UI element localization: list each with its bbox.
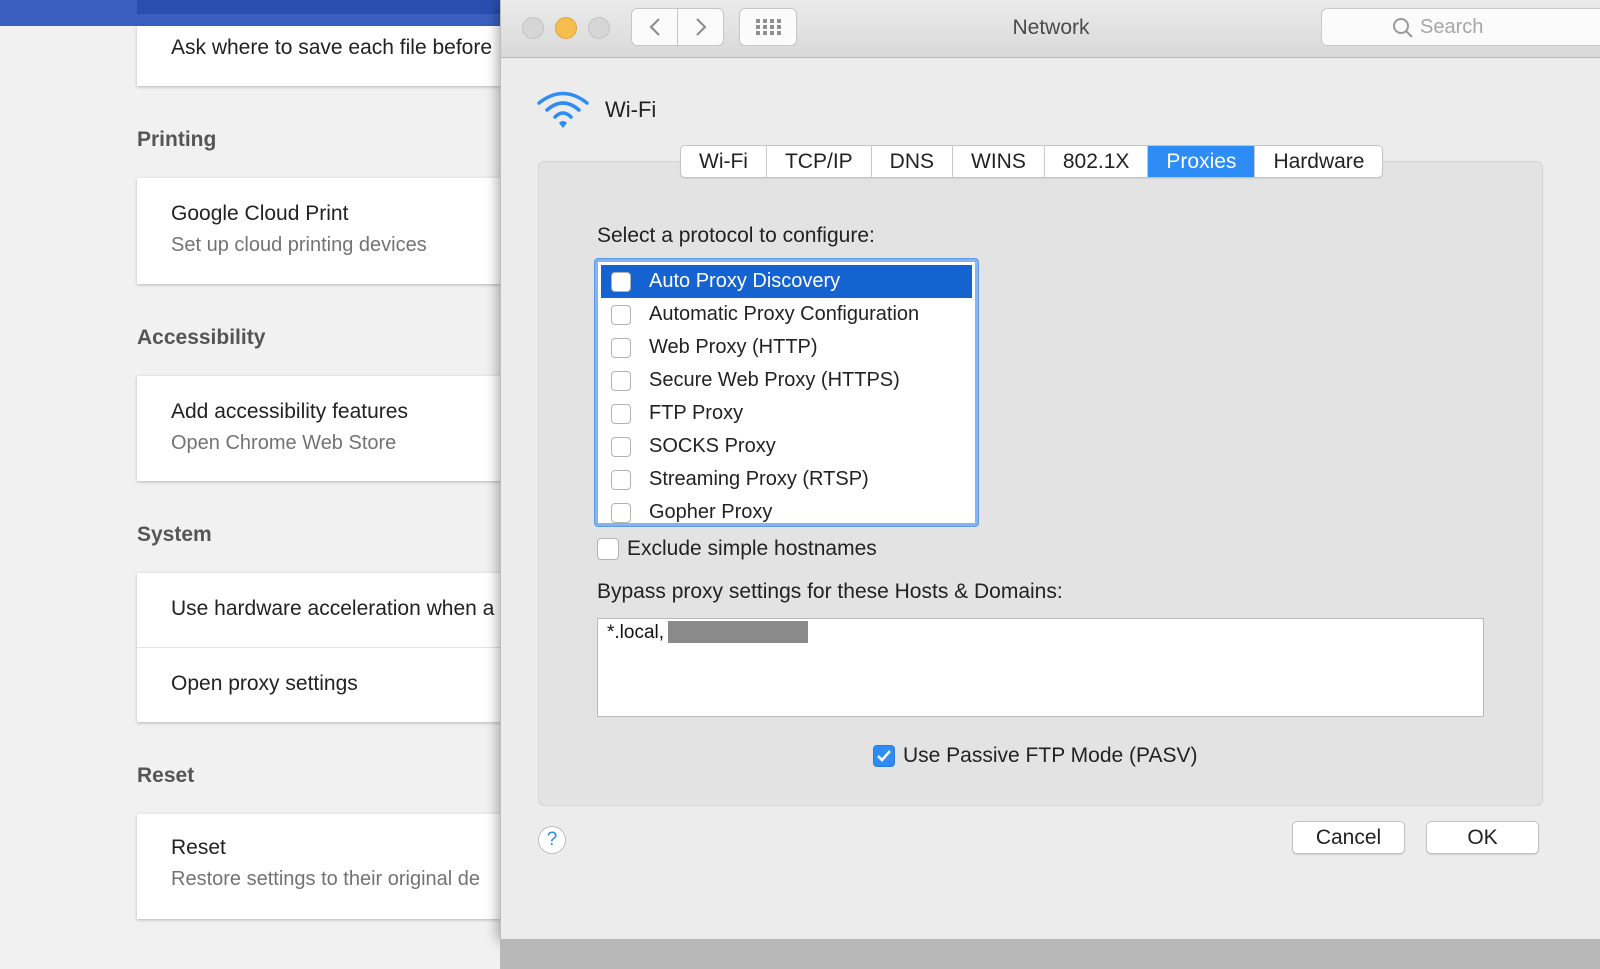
open-proxy-settings-row[interactable]: Open proxy settings	[137, 647, 500, 722]
google-cloud-print-sub: Set up cloud printing devices	[171, 234, 427, 256]
section-title-reset: Reset	[137, 764, 195, 787]
exclude-label: Exclude simple hostnames	[627, 537, 877, 560]
protocol-item-web-proxy-http[interactable]: Web Proxy (HTTP)	[601, 331, 972, 364]
add-accessibility-label: Add accessibility features	[171, 400, 408, 423]
tab-wifi[interactable]: Wi-Fi	[681, 146, 766, 177]
wifi-icon	[537, 91, 589, 128]
checkbox[interactable]	[611, 370, 631, 391]
search-input[interactable]	[1420, 13, 1600, 41]
ask-where-save-label: Ask where to save each file before	[171, 36, 493, 59]
protocol-item-socks-proxy[interactable]: SOCKS Proxy	[601, 430, 972, 463]
protocol-label: Secure Web Proxy (HTTPS)	[649, 369, 900, 391]
checkbox[interactable]	[611, 337, 631, 358]
ask-where-save-row[interactable]: Ask where to save each file before	[137, 26, 500, 60]
add-accessibility-row[interactable]: Add accessibility features Open Chrome W…	[137, 376, 500, 455]
passive-ftp-option[interactable]: Use Passive FTP Mode (PASV)	[873, 744, 1197, 768]
bypass-label: Bypass proxy settings for these Hosts & …	[597, 580, 1063, 603]
chrome-header-bar	[0, 0, 500, 26]
hardware-accel-label: Use hardware acceleration when a	[171, 597, 495, 620]
checkbox[interactable]	[611, 469, 631, 490]
network-window: Network Wi-Fi Select a protocol to confi…	[500, 0, 1600, 939]
add-accessibility-sub: Open Chrome Web Store	[171, 432, 397, 454]
interface-name: Wi-Fi	[605, 97, 657, 122]
reset-label: Reset	[171, 836, 226, 859]
protocol-label: Gopher Proxy	[649, 501, 773, 523]
checkbox[interactable]	[611, 403, 631, 424]
pasv-label: Use Passive FTP Mode (PASV)	[903, 744, 1198, 767]
reset-sub: Restore settings to their original de	[171, 868, 481, 890]
google-cloud-print-row[interactable]: Google Cloud Print Set up cloud printing…	[137, 178, 500, 257]
downloads-card: Ask where to save each file before	[137, 26, 500, 86]
protocol-label: Auto Proxy Discovery	[649, 270, 841, 292]
protocol-item-ftp-proxy[interactable]: FTP Proxy	[601, 397, 972, 430]
desktop-edge	[500, 939, 1600, 969]
tab-wins[interactable]: WINS	[952, 146, 1044, 177]
protocol-prompt: Select a protocol to configure:	[597, 224, 875, 247]
system-card: Use hardware acceleration when a Open pr…	[137, 573, 500, 722]
protocol-label: Streaming Proxy (RTSP)	[649, 468, 869, 490]
tab-bar: Wi-Fi TCP/IP DNS WINS 802.1X Proxies Har…	[680, 145, 1384, 178]
checkbox[interactable]	[611, 304, 631, 325]
help-button[interactable]: ?	[538, 826, 566, 854]
interface-header: Wi-Fi	[537, 90, 656, 130]
chrome-settings-page: Ask where to save each file before Print…	[0, 26, 500, 969]
tab-8021x[interactable]: 802.1X	[1043, 146, 1148, 177]
protocol-item-secure-web-proxy[interactable]: Secure Web Proxy (HTTPS)	[601, 364, 972, 397]
google-cloud-print-label: Google Cloud Print	[171, 202, 349, 225]
bypass-value: *.local,	[607, 622, 665, 643]
accessibility-card: Add accessibility features Open Chrome W…	[137, 376, 500, 481]
checkbox[interactable]	[611, 436, 631, 457]
pasv-checkbox[interactable]	[873, 745, 895, 767]
section-title-accessibility: Accessibility	[137, 326, 266, 349]
bypass-hosts-field[interactable]: *.local,	[597, 618, 1484, 717]
tab-hardware[interactable]: Hardware	[1254, 146, 1382, 177]
redacted-block	[668, 621, 809, 643]
hardware-accel-row[interactable]: Use hardware acceleration when a	[137, 573, 500, 647]
exclude-checkbox[interactable]	[597, 538, 619, 560]
proxies-panel: Select a protocol to configure: Auto Pro…	[538, 161, 1543, 806]
protocol-item-gopher-proxy[interactable]: Gopher Proxy	[601, 496, 972, 529]
exclude-simple-hostnames[interactable]: Exclude simple hostnames	[597, 537, 877, 561]
protocol-item-streaming-proxy[interactable]: Streaming Proxy (RTSP)	[601, 463, 972, 496]
protocol-label: SOCKS Proxy	[649, 435, 776, 457]
tab-proxies[interactable]: Proxies	[1147, 146, 1255, 177]
printing-card: Google Cloud Print Set up cloud printing…	[137, 178, 500, 284]
tab-tcpip[interactable]: TCP/IP	[765, 146, 871, 177]
checkbox[interactable]	[611, 502, 631, 523]
checkmark-icon	[877, 750, 891, 762]
section-title-system: System	[137, 523, 212, 546]
open-proxy-settings-label: Open proxy settings	[171, 672, 358, 695]
search-icon	[1393, 18, 1413, 38]
protocol-item-auto-proxy-discovery[interactable]: Auto Proxy Discovery	[601, 265, 972, 298]
window-titlebar: Network	[501, 0, 1600, 58]
protocol-item-auto-proxy-config[interactable]: Automatic Proxy Configuration	[601, 298, 972, 331]
protocol-list[interactable]: Auto Proxy Discovery Automatic Proxy Con…	[595, 259, 978, 526]
protocol-label: Automatic Proxy Configuration	[649, 303, 920, 325]
ok-button[interactable]: OK	[1426, 821, 1539, 854]
checkbox[interactable]	[611, 271, 631, 292]
section-title-printing: Printing	[137, 128, 217, 151]
reset-row[interactable]: Reset Restore settings to their original…	[137, 814, 500, 891]
search-field[interactable]	[1321, 8, 1600, 46]
cancel-button[interactable]: Cancel	[1292, 821, 1405, 854]
window-content: Wi-Fi Select a protocol to configure: Au…	[501, 58, 1600, 939]
protocol-label: FTP Proxy	[649, 402, 744, 424]
protocol-label: Web Proxy (HTTP)	[649, 336, 818, 358]
reset-card: Reset Restore settings to their original…	[137, 814, 500, 919]
tab-dns[interactable]: DNS	[870, 146, 952, 177]
